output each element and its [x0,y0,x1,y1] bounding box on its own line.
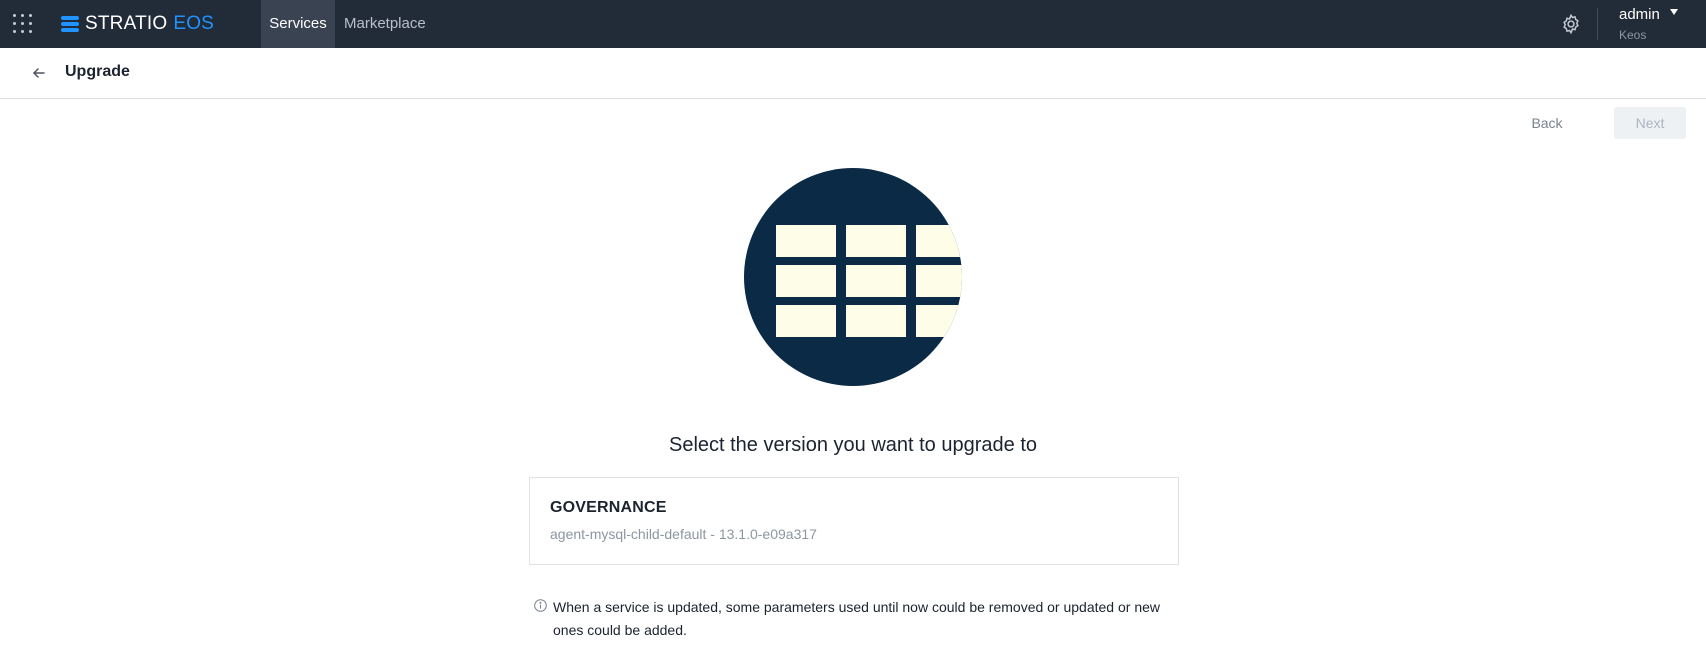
page-header: Upgrade [0,48,1706,99]
back-button[interactable]: Back [1511,107,1583,139]
version-detail: agent-mysql-child-default - 13.1.0-e09a3… [550,526,817,542]
chevron-down-icon[interactable] [1670,9,1678,15]
gear-icon[interactable] [1560,13,1582,35]
info-icon [534,599,547,612]
upgrade-prompt: Select the version you want to upgrade t… [668,434,1037,456]
nav-tab-services[interactable]: Services [261,0,335,48]
page-title: Upgrade [65,63,130,80]
version-option-card[interactable]: GOVERNANCE agent-mysql-child-default - 1… [529,477,1179,565]
arrow-left-icon[interactable] [30,64,48,82]
version-name: GOVERNANCE [550,499,667,516]
user-menu[interactable]: admin Keos [1619,6,1660,43]
brand-product: EOS [173,13,215,34]
next-button[interactable]: Next [1614,107,1686,139]
apps-grid-icon[interactable] [13,14,33,34]
user-name: admin [1619,6,1660,23]
topbar-divider [1597,8,1598,40]
brand-name: STRATIO [85,13,168,34]
nav-tab-marketplace[interactable]: Marketplace [334,0,436,48]
top-navigation-bar: STRATIO EOS Services Marketplace admin K… [0,0,1706,48]
table-grid-icon [744,168,962,386]
upgrade-warning-note: When a service is updated, some paramete… [553,599,1161,638]
stratio-eos-logo[interactable]: STRATIO EOS [61,13,214,35]
stratio-logo-icon [61,16,79,32]
user-tenant: Keos [1619,28,1647,42]
